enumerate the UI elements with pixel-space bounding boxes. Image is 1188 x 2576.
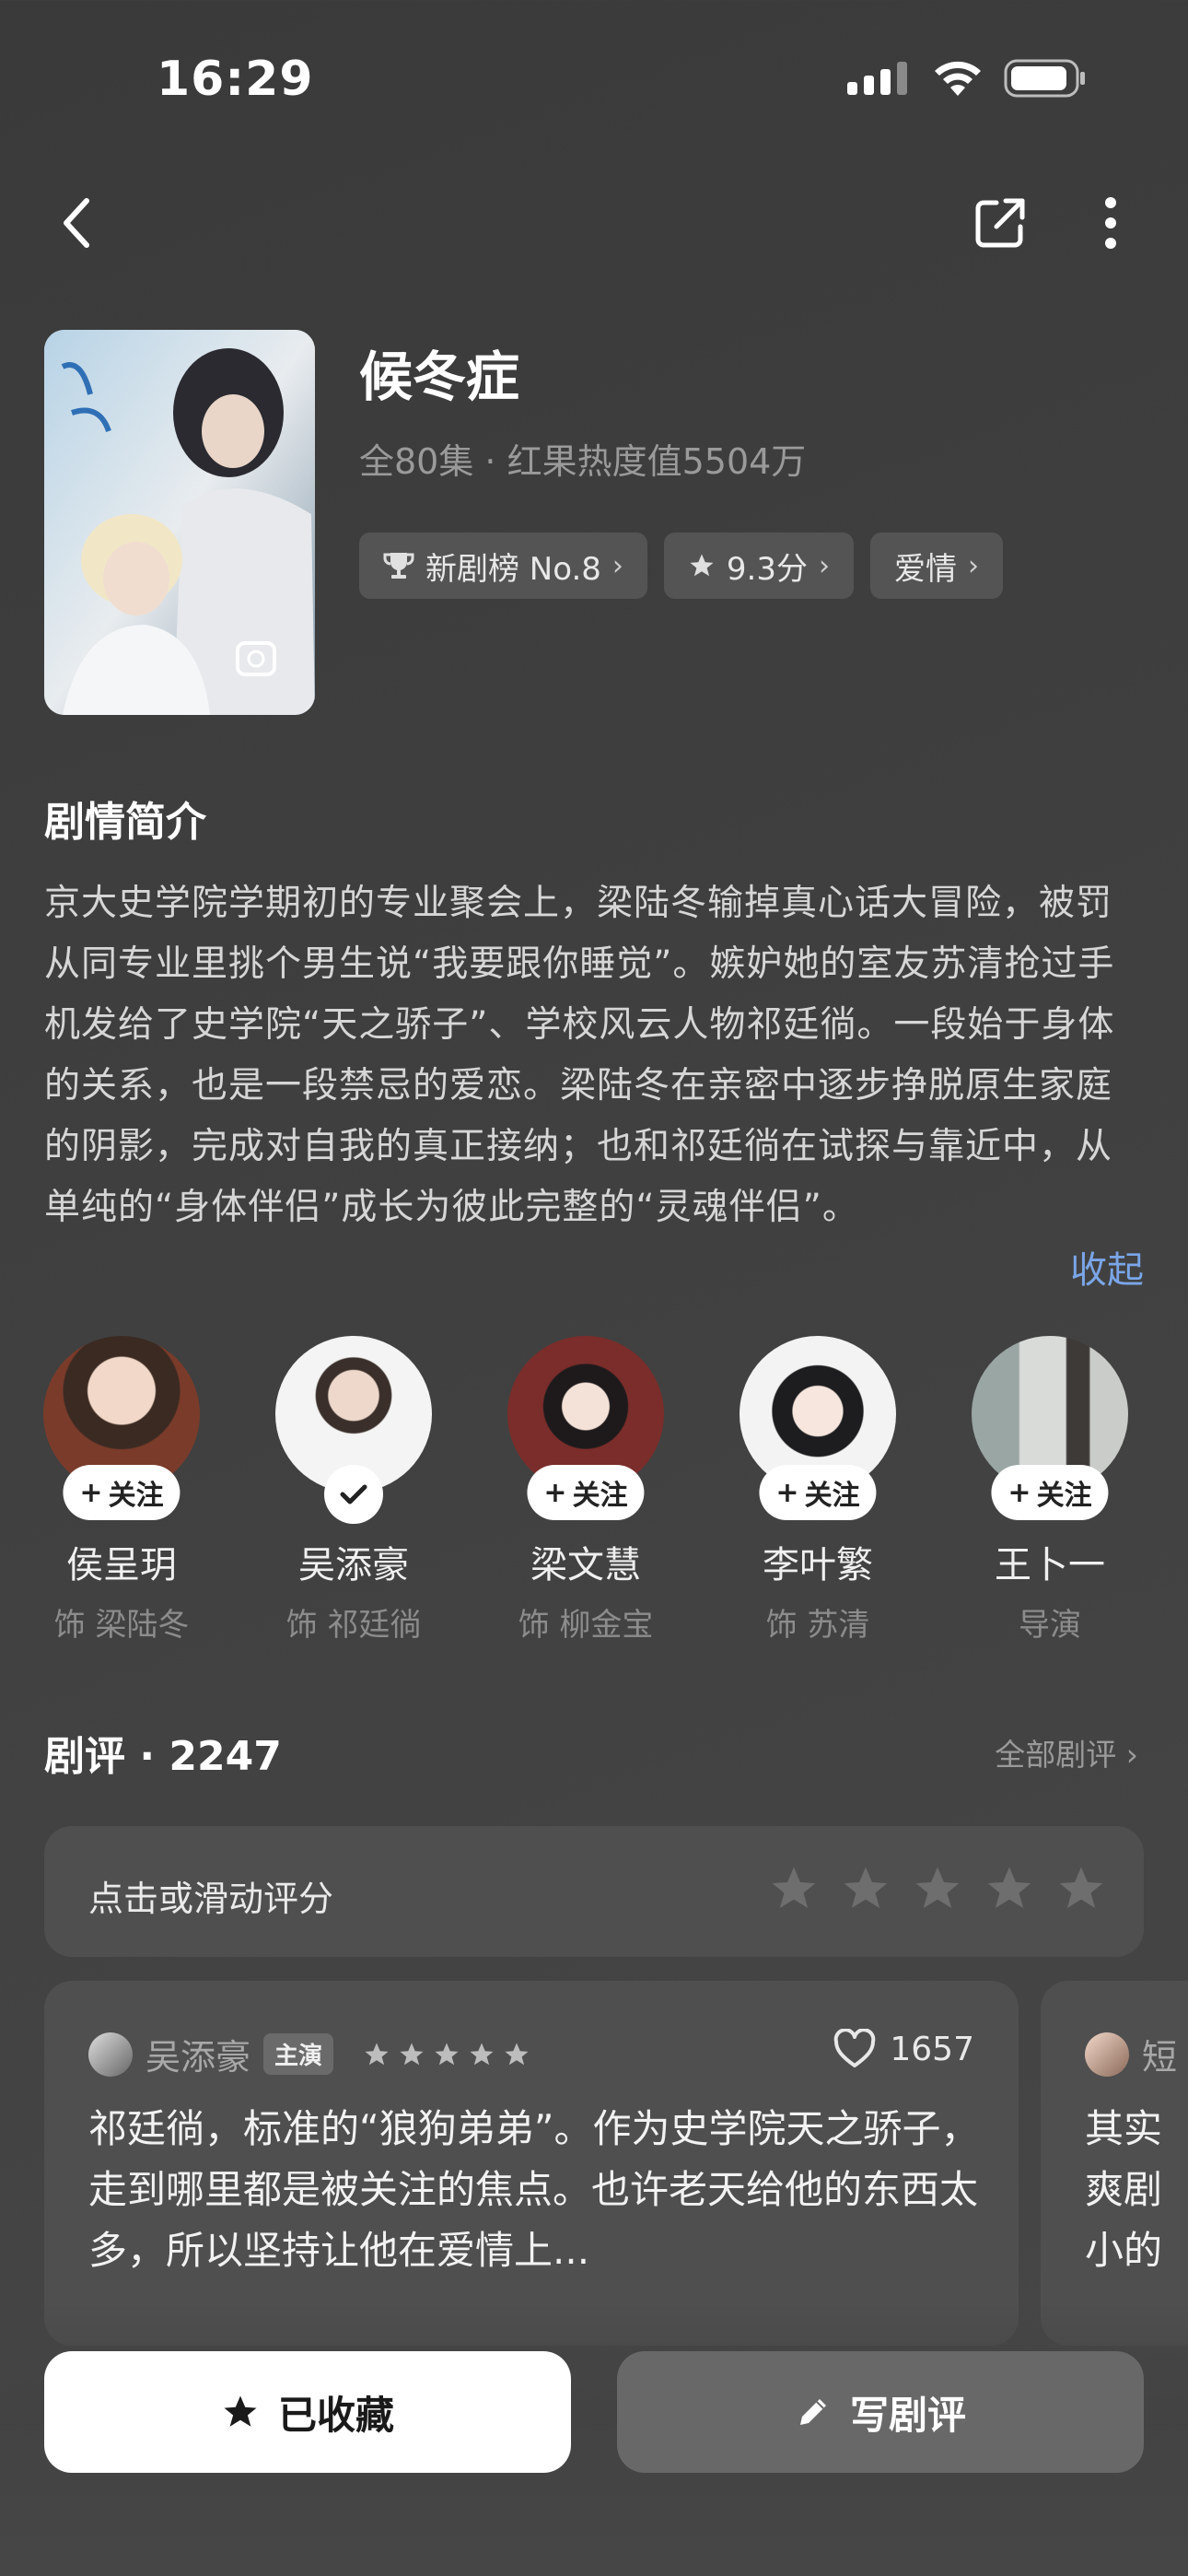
star-icon[interactable] (840, 1863, 891, 1914)
like-button[interactable]: 1657 (833, 2029, 974, 2069)
synopsis-title: 剧情简介 (44, 799, 206, 846)
genre-chip-label: 爱情 (893, 550, 957, 588)
star-icon[interactable] (912, 1863, 963, 1914)
star-icon (470, 2043, 494, 2065)
cast-role: 饰 苏清 (765, 1607, 870, 1644)
review-author[interactable]: 吴添豪 (146, 2029, 250, 2079)
all-reviews-link[interactable]: 全部剧评 › (995, 1730, 1138, 1774)
score-chip[interactable]: 9.3分 › (663, 533, 854, 599)
star-filled-icon (224, 2395, 257, 2427)
star-icon[interactable] (984, 1863, 1035, 1914)
plus-icon: + (79, 1476, 103, 1509)
chevron-right-icon: › (1125, 1737, 1138, 1773)
plus-icon: + (775, 1476, 799, 1509)
genre-chip[interactable]: 爱情 › (869, 533, 1003, 599)
chevron-right-icon: › (611, 549, 623, 582)
favorite-button[interactable]: 已收藏 (44, 2351, 571, 2473)
status-time: 16:29 (157, 52, 314, 107)
cast-name: 王卜一 (995, 1544, 1105, 1587)
chevron-right-icon: › (967, 549, 979, 582)
follow-button[interactable]: + 关注 (759, 1465, 877, 1520)
follow-button[interactable]: + 关注 (63, 1465, 181, 1520)
like-count: 1657 (890, 2030, 974, 2068)
review-stars (363, 2041, 530, 2068)
cast-role: 饰 柳金宝 (518, 1607, 654, 1644)
avatar[interactable] (1085, 2032, 1129, 2077)
cast-member[interactable]: 吴添豪 饰 祁廷徜 (243, 1336, 464, 1645)
heart-icon (834, 2029, 876, 2067)
cast-member[interactable]: + 关注 侯呈玥 饰 梁陆冬 (11, 1336, 232, 1645)
check-icon (340, 1484, 367, 1505)
cast-name: 梁文慧 (530, 1544, 641, 1587)
cast-role: 导演 (1019, 1607, 1081, 1644)
collapse-link[interactable]: 收起 (1070, 1240, 1144, 1294)
cast-member[interactable]: + 关注 李叶繁 饰 苏清 (707, 1336, 928, 1645)
review-author[interactable]: 短 (1142, 2029, 1177, 2079)
review-text: 祁廷徜，标准的“狼狗弟弟”。作为史学院天之骄子，走到哪里都是被关注的焦点。也许老… (88, 2106, 980, 2273)
reviews-title: 剧评 · 2247 (44, 1733, 282, 1780)
trophy-icon (383, 553, 414, 579)
following-button[interactable] (324, 1465, 383, 1524)
show-chips: 新剧榜 No.8 › 9.3分 › 爱情 › (359, 533, 1003, 599)
battery-icon (1004, 59, 1085, 98)
chevron-right-icon: › (818, 549, 830, 582)
show-title: 候冬症 (359, 345, 520, 408)
show-poster[interactable] (44, 330, 315, 715)
review-text: 其实 爽剧 小的 (1085, 2106, 1163, 2273)
score-chip-label: 9.3分 (726, 550, 808, 588)
write-review-button[interactable]: 写剧评 (617, 2351, 1144, 2473)
cast-name: 侯呈玥 (66, 1544, 177, 1587)
cast-member[interactable]: + 关注 王卜一 导演 (939, 1336, 1160, 1645)
rank-chip-label: 新剧榜 No.8 (425, 550, 601, 588)
rating-input[interactable]: 点击或滑动评分 (44, 1826, 1144, 1957)
plus-icon: + (543, 1476, 567, 1509)
cast-role: 饰 梁陆冬 (53, 1607, 190, 1644)
review-header: 短 (1085, 2029, 1177, 2079)
follow-button[interactable]: + 关注 (527, 1465, 645, 1520)
back-button[interactable] (41, 186, 114, 260)
plus-icon: + (1007, 1476, 1031, 1509)
follow-button[interactable]: + 关注 (991, 1465, 1109, 1520)
favorite-label: 已收藏 (277, 2392, 394, 2438)
chevron-left-icon (64, 198, 89, 248)
synopsis-text: 京大史学院学期初的专业聚会上，梁陆冬输掉真心话大冒险，被罚从同专业里挑个男生说“… (44, 883, 1115, 1228)
share-button[interactable] (963, 186, 1037, 260)
cast-member[interactable]: + 关注 梁文慧 饰 柳金宝 (475, 1336, 696, 1645)
rating-prompt: 点击或滑动评分 (88, 1879, 334, 1919)
cast-list: + 关注 侯呈玥 饰 梁陆冬 吴添豪 饰 祁廷徜 + 关注 梁文慧 饰 柳金宝 + 关… (0, 1336, 1188, 1649)
more-vertical-icon (1105, 197, 1116, 249)
star-icon[interactable] (768, 1863, 820, 1914)
write-review-label: 写剧评 (849, 2392, 966, 2438)
avatar[interactable] (88, 2032, 133, 2077)
cast-role: 饰 祁廷徜 (285, 1607, 422, 1644)
cellular-signal-icon (847, 62, 907, 95)
role-badge: 主演 (263, 2033, 334, 2075)
rank-chip[interactable]: 新剧榜 No.8 › (359, 533, 647, 599)
rating-stars[interactable] (768, 1863, 1107, 1914)
star-icon (435, 2043, 459, 2065)
more-button[interactable] (1074, 186, 1147, 260)
status-icons (847, 59, 1087, 98)
review-card[interactable]: 短 其实 爽剧 小的 (1041, 1981, 1188, 2346)
star-icon (365, 2043, 389, 2065)
star-icon (400, 2043, 424, 2065)
show-meta: 全80集 · 红果热度值5504万 (359, 441, 807, 482)
star-icon (690, 554, 714, 577)
wifi-icon (935, 61, 981, 96)
pencil-icon (799, 2399, 826, 2425)
cast-name: 李叶繁 (763, 1544, 873, 1587)
cast-name: 吴添豪 (298, 1544, 409, 1587)
poster-image (44, 330, 315, 715)
star-icon[interactable] (1055, 1863, 1107, 1914)
share-icon (975, 198, 1025, 248)
star-icon (505, 2043, 529, 2065)
review-card[interactable]: 吴添豪 主演 1657 祁廷徜，标准的“狼狗弟弟”。作为史学院天之骄子，走到哪里… (44, 1981, 1019, 2346)
review-header: 吴添豪 主演 (88, 2029, 530, 2079)
